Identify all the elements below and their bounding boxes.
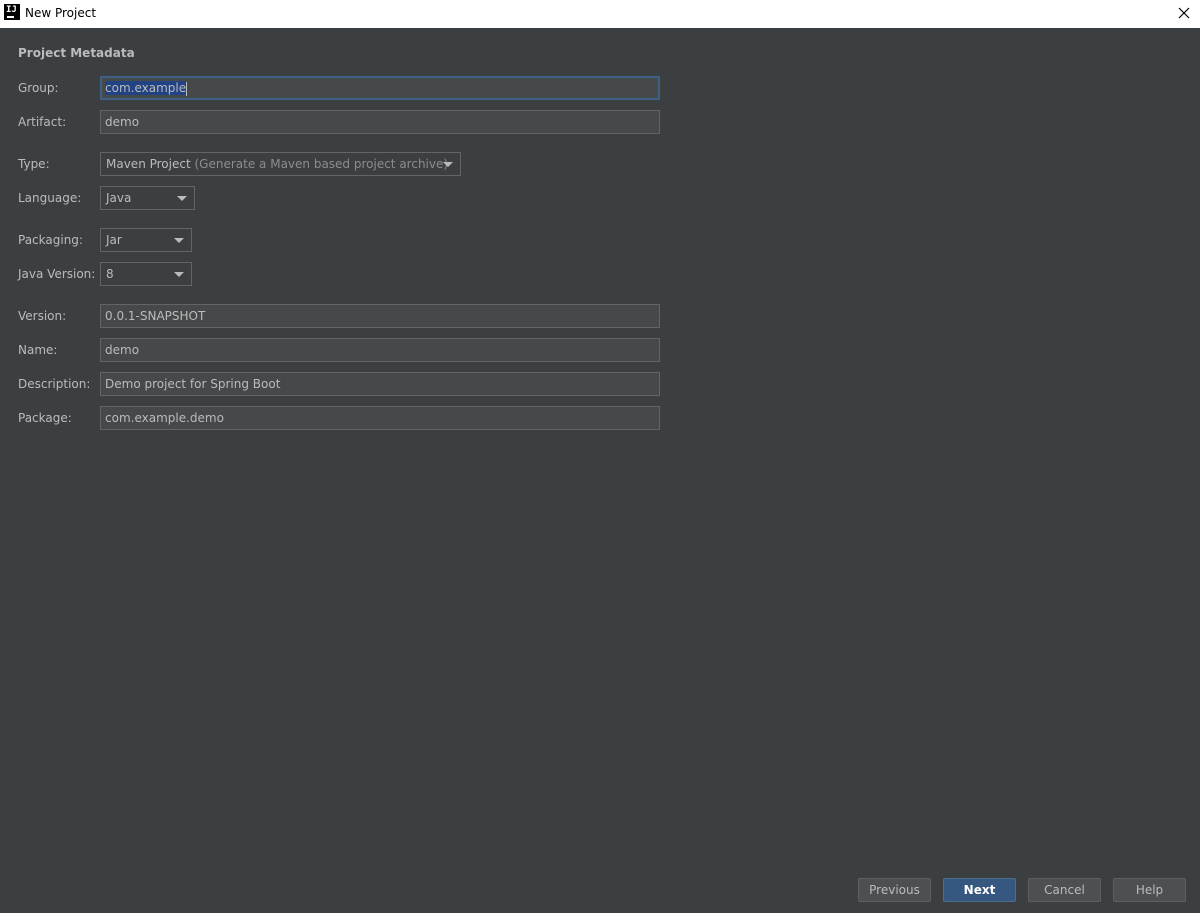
description-label: Description: [18,377,91,391]
previous-button[interactable]: Previous [858,878,931,902]
help-button[interactable]: Help [1113,878,1186,902]
group-field[interactable]: com.example [100,76,660,100]
packaging-label: Packaging: [18,233,83,247]
close-icon[interactable] [1176,5,1192,21]
version-value: 0.0.1-SNAPSHOT [105,309,206,323]
language-label: Language: [18,191,82,205]
chevron-down-icon [174,272,184,277]
cancel-button[interactable]: Cancel [1028,878,1101,902]
package-label: Package: [18,411,72,425]
language-value: Java [106,191,132,205]
app-icon-text: IJ [6,5,17,15]
name-label: Name: [18,343,58,357]
description-field[interactable]: Demo project for Spring Boot [100,372,660,396]
chevron-down-icon [177,196,187,201]
artifact-value: demo [105,115,140,129]
chevron-down-icon [443,162,453,167]
type-hint: (Generate a Maven based project archive) [194,157,449,171]
java-version-value: 8 [106,267,114,281]
name-field[interactable]: demo [100,338,660,362]
type-value: Maven Project [106,157,191,171]
version-field[interactable]: 0.0.1-SNAPSHOT [100,304,660,328]
language-dropdown[interactable]: Java [100,186,195,210]
section-title: Project Metadata [18,46,135,60]
version-label: Version: [18,309,67,323]
package-field[interactable]: com.example.demo [100,406,660,430]
artifact-label: Artifact: [18,115,67,129]
title-bar: IJ New Project [0,0,1200,28]
java-version-dropdown[interactable]: 8 [100,262,192,286]
next-button[interactable]: Next [943,878,1016,902]
java-version-label: Java Version: [18,267,96,281]
packaging-dropdown[interactable]: Jar [100,228,192,252]
type-dropdown[interactable]: Maven Project (Generate a Maven based pr… [100,152,461,176]
packaging-value: Jar [106,233,122,247]
window-title: New Project [25,6,97,20]
type-label: Type: [18,157,50,171]
group-label: Group: [18,81,59,95]
artifact-field[interactable]: demo [100,110,660,134]
group-value: com.example [105,81,187,95]
intellij-logo-icon: IJ [4,4,20,20]
name-value: demo [105,343,140,357]
package-value: com.example.demo [105,411,224,425]
text-caret [186,81,188,96]
description-value: Demo project for Spring Boot [105,377,281,391]
chevron-down-icon [174,238,184,243]
